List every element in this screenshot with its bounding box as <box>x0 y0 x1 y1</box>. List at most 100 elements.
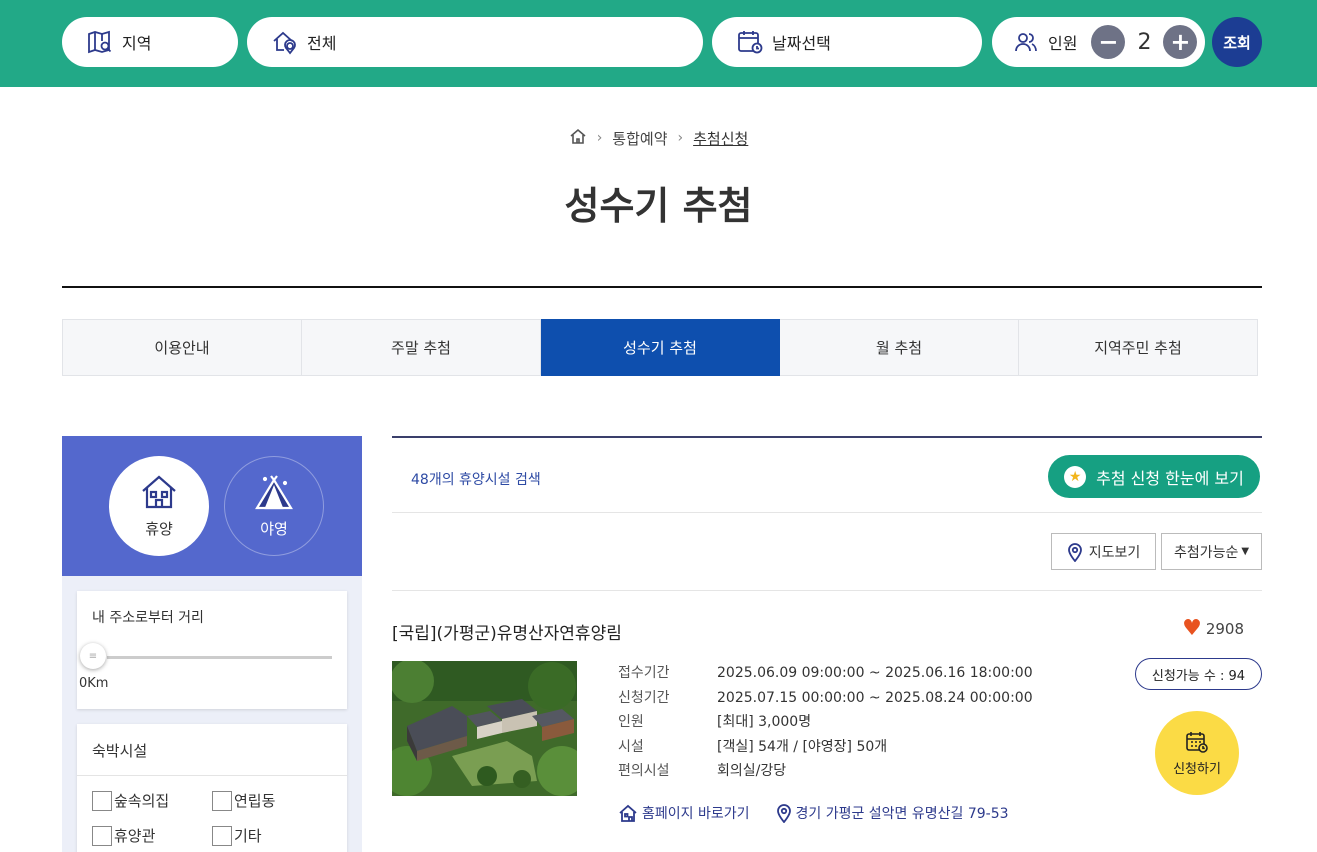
chevron-right-icon: › <box>677 130 684 146</box>
region-label: 지역 <box>122 34 152 53</box>
homepage-link[interactable]: 홈페이지 바로가기 <box>618 803 750 823</box>
people-label: 인원 <box>1048 34 1078 53</box>
tent-icon <box>254 474 294 514</box>
option-label: 휴양관 <box>114 827 156 845</box>
sort-select[interactable]: 추첨가능순 ▼ <box>1161 533 1262 570</box>
info-row: 접수기간 2025.06.09 09:00:00 ~ 2025.06.16 18:… <box>618 661 1033 686</box>
calendar-icon <box>1184 729 1210 755</box>
star-icon: ★ <box>1064 465 1087 488</box>
house-icon <box>140 474 178 514</box>
map-view-button[interactable]: 지도보기 <box>1051 533 1156 570</box>
filter-sidebar: 휴양 야영 내 주소로부터 거리 ≡ 0Km 숙박시설 숲속의집 연립동 휴양관… <box>62 436 362 852</box>
results-toolbar: 지도보기 추첨가능순 ▼ <box>392 513 1262 591</box>
option-label: 연립동 <box>234 792 276 810</box>
tab-local-residents[interactable]: 지역주민 추첨 <box>1019 319 1258 376</box>
page-title: 성수기 추첨 <box>564 184 753 228</box>
lodging-option[interactable]: 숲속의집 <box>92 790 212 811</box>
results-header: 48개의 휴양시설 검색 ★ 추첨 신청 한눈에 보기 <box>392 438 1262 513</box>
info-key: 인원 <box>618 714 644 730</box>
home-icon[interactable] <box>569 127 587 149</box>
available-count-badge: 신청가능 수 : 94 <box>1134 658 1262 690</box>
category-label: 휴양 <box>145 519 173 538</box>
facility-info: 접수기간 2025.06.09 09:00:00 ~ 2025.06.16 18:… <box>618 661 1033 784</box>
info-value: [객실] 54개 / [야영장] 50개 <box>717 738 888 755</box>
area-label: 전체 <box>307 34 337 53</box>
breadcrumb-current[interactable]: 추첨신청 <box>693 128 748 149</box>
lodging-option[interactable]: 휴양관 <box>92 825 212 846</box>
tab-weekend[interactable]: 주말 추첨 <box>302 319 541 376</box>
facility-photo[interactable] <box>392 661 577 796</box>
category-label: 야영 <box>260 519 288 538</box>
map-pin-icon <box>1067 542 1083 562</box>
users-icon <box>1012 28 1040 56</box>
chevron-down-icon: ▼ <box>1241 546 1250 557</box>
sort-value: 추첨가능순 <box>1173 544 1239 561</box>
category-header: 휴양 야영 <box>62 436 362 576</box>
search-button[interactable]: 조회 <box>1212 17 1262 67</box>
apply-label: 신청하기 <box>1173 762 1221 777</box>
date-select[interactable]: 날짜선택 <box>712 17 982 67</box>
info-row: 인원 [최대] 3,000명 <box>618 710 1033 735</box>
distance-slider-track[interactable] <box>107 656 332 659</box>
breadcrumb: › 통합예약 › 추첨신청 <box>0 127 1317 149</box>
info-value: 2025.06.09 09:00:00 ~ 2025.06.16 18:00:0… <box>717 665 1033 681</box>
info-row: 신청기간 2025.07.15 00:00:00 ~ 2025.08.24 00:… <box>618 686 1033 711</box>
tab-peak-season[interactable]: 성수기 추첨 <box>541 319 780 376</box>
info-value: 2025.07.15 00:00:00 ~ 2025.08.24 00:00:0… <box>717 689 1033 706</box>
tab-monthly[interactable]: 월 추첨 <box>780 319 1019 376</box>
likes-value: 2908 <box>1205 620 1244 638</box>
info-row: 편의시설 회의실/강당 <box>618 759 1033 784</box>
map-search-icon <box>86 28 114 56</box>
apply-button[interactable]: 신청하기 <box>1155 711 1239 795</box>
lodging-filter: 숙박시설 숲속의집 연립동 휴양관 기타 <box>77 724 347 852</box>
decrease-people-button[interactable]: − <box>1091 25 1126 59</box>
facility-title[interactable]: [국립](가평군)유명산자연휴양림 <box>392 619 622 644</box>
info-key: 시설 <box>618 738 644 755</box>
checkbox[interactable] <box>92 825 112 846</box>
category-camp-button[interactable]: 야영 <box>224 456 324 556</box>
view-all-label: 추첨 신청 한눈에 보기 <box>1096 468 1244 488</box>
people-selector: 인원 − 2 + <box>992 17 1205 67</box>
info-key: 편의시설 <box>618 763 670 779</box>
result-count: 48개의 휴양시설 검색 <box>411 472 541 488</box>
distance-title: 내 주소로부터 거리 <box>92 610 204 626</box>
heart-icon: ♥ <box>1182 616 1202 641</box>
option-label: 기타 <box>234 827 262 845</box>
map-pin-icon <box>776 803 792 823</box>
checkbox[interactable] <box>212 825 232 846</box>
results-panel: 48개의 휴양시설 검색 ★ 추첨 신청 한눈에 보기 지도보기 추첨가능순 ▼… <box>392 436 1262 851</box>
lodging-option[interactable]: 연립동 <box>212 790 332 811</box>
lodging-title: 숙박시설 <box>77 724 347 776</box>
facility-links: 홈페이지 바로가기 경기 가평군 설악면 유명산길 79-53 <box>618 803 1035 823</box>
region-select[interactable]: 지역 <box>62 17 238 67</box>
area-select[interactable]: 전체 <box>247 17 703 67</box>
people-count: 2 <box>1137 29 1152 55</box>
home-pin-icon <box>271 28 299 56</box>
distance-value: 0Km <box>79 676 109 691</box>
checkbox[interactable] <box>212 790 232 811</box>
checkbox[interactable] <box>92 790 112 811</box>
house-icon <box>618 803 638 823</box>
info-key: 신청기간 <box>618 689 670 706</box>
view-all-lottery-button[interactable]: ★ 추첨 신청 한눈에 보기 <box>1048 455 1260 498</box>
tab-guide[interactable]: 이용안내 <box>62 319 302 376</box>
address-link[interactable]: 경기 가평군 설악면 유명산길 79-53 <box>776 803 1009 823</box>
chevron-right-icon: › <box>596 130 603 146</box>
distance-filter: 내 주소로부터 거리 ≡ 0Km <box>77 591 347 709</box>
distance-slider-handle[interactable]: ≡ <box>80 643 106 669</box>
category-rest-button[interactable]: 휴양 <box>109 456 209 556</box>
breadcrumb-item[interactable]: 통합예약 <box>612 128 667 149</box>
calendar-icon <box>736 28 764 56</box>
date-label: 날짜선택 <box>772 34 831 53</box>
search-bar: 지역 전체 날짜선택 인원 − 2 + 조회 <box>0 0 1317 87</box>
info-value: [최대] 3,000명 <box>717 714 812 730</box>
divider <box>62 286 1262 288</box>
homepage-label: 홈페이지 바로가기 <box>642 806 750 822</box>
map-view-label: 지도보기 <box>1088 544 1141 561</box>
tab-bar: 이용안내 주말 추첨 성수기 추첨 월 추첨 지역주민 추첨 <box>62 319 1258 376</box>
like-count[interactable]: ♥ 2908 <box>1182 618 1244 640</box>
increase-people-button[interactable]: + <box>1163 25 1198 59</box>
info-value: 회의실/강당 <box>717 763 787 779</box>
lodging-option[interactable]: 기타 <box>212 825 332 846</box>
info-key: 접수기간 <box>618 665 670 681</box>
